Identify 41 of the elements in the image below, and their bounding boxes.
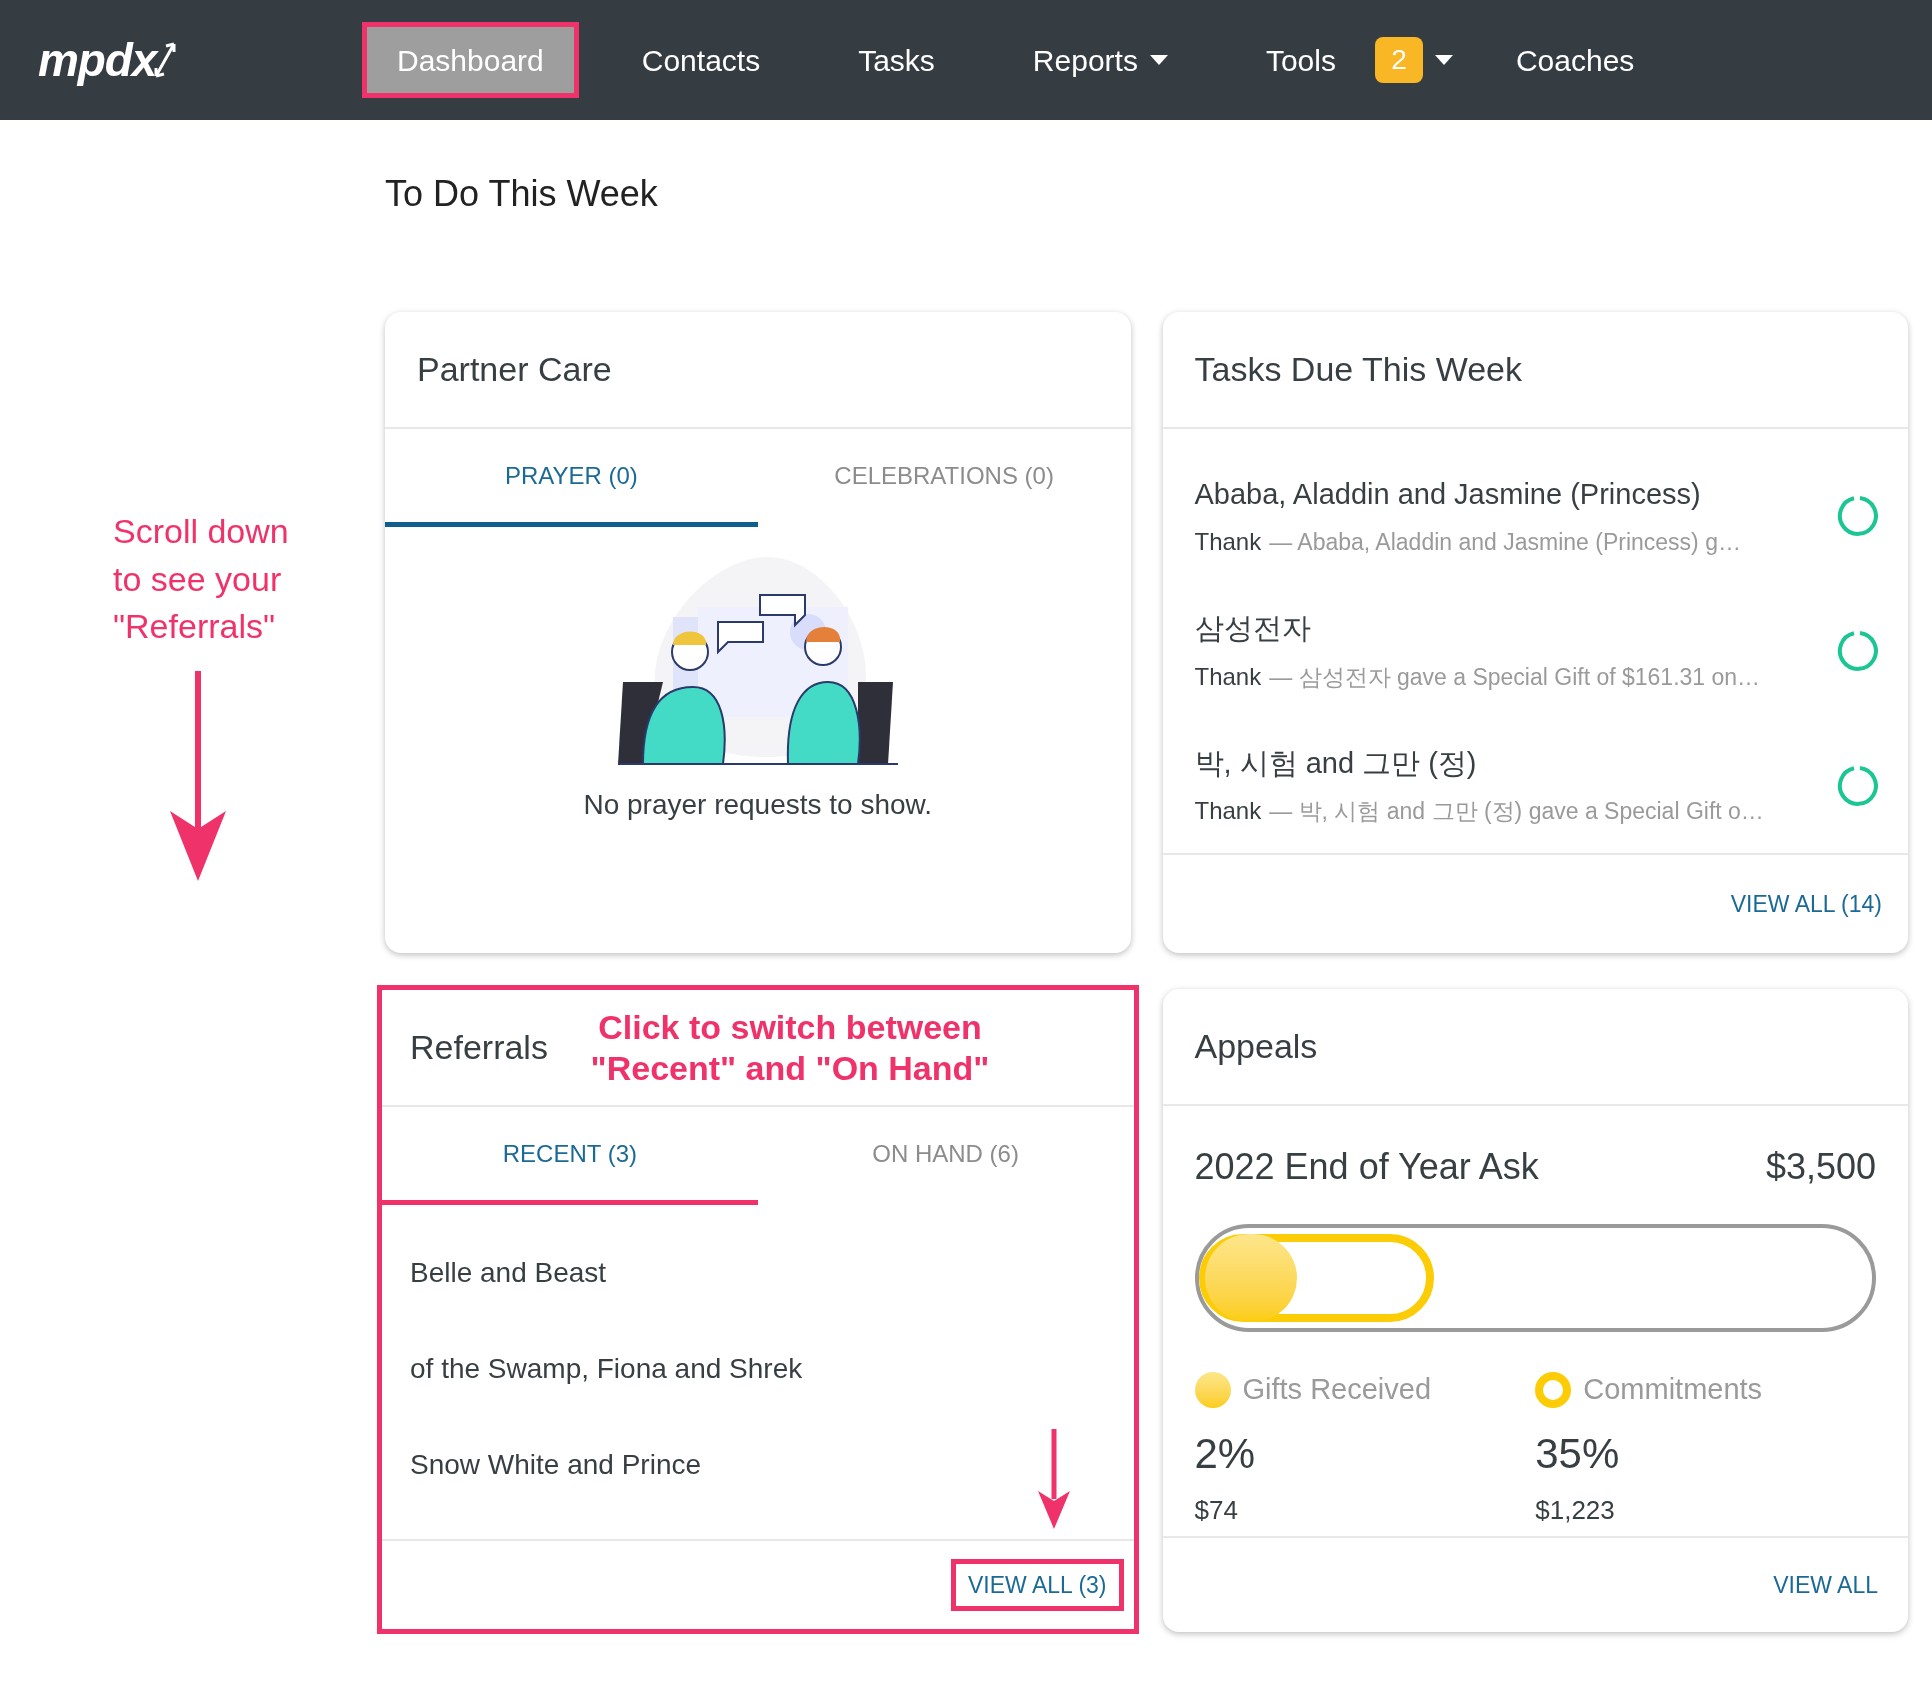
down-arrow-icon bbox=[168, 670, 228, 881]
card-title: Tasks Due This Week bbox=[1194, 349, 1523, 390]
task-contact-name[interactable]: Ababa, Aladdin and Jasmine (Princess) bbox=[1194, 472, 1836, 517]
view-all-link[interactable]: VIEW ALL bbox=[1773, 1567, 1878, 1603]
task-contact-name[interactable]: 박, 시험 and 그만 (정) bbox=[1194, 741, 1836, 786]
card-tab[interactable]: PRAYER (0) bbox=[385, 429, 758, 527]
card-tab[interactable]: RECENT (3) bbox=[382, 1107, 758, 1205]
card-title: Partner Care bbox=[417, 349, 612, 390]
nav-tab[interactable]: Contacts bbox=[606, 22, 796, 98]
annotation-text: Scroll down to see your "Referrals" bbox=[113, 511, 290, 648]
nav-tab[interactable]: Coaches bbox=[1480, 22, 1670, 98]
amount-value: $1,223 bbox=[1535, 1493, 1616, 1527]
annotation-text: Click to switch between "Recent" and "On Hand" bbox=[590, 1006, 990, 1089]
appeal-goal: $3,500 bbox=[1765, 1145, 1876, 1189]
referral-name[interactable]: Snow White and Prince bbox=[410, 1444, 702, 1486]
task-description: — 박, 시험 and 그만 (정) gave a Special Gift o… bbox=[1269, 797, 1764, 827]
task-action: Thank bbox=[1194, 527, 1262, 558]
task-action: Thank bbox=[1194, 661, 1262, 692]
card-title: Referrals bbox=[410, 1027, 549, 1068]
view-all-link[interactable]: VIEW ALL (14) bbox=[1730, 886, 1882, 922]
task-contact-name[interactable]: 삼성전자 bbox=[1194, 607, 1836, 651]
nav-tab[interactable]: Tasks bbox=[823, 22, 970, 98]
empty-state-text: No prayer requests to show. bbox=[583, 788, 933, 822]
page-title: To Do This Week bbox=[385, 172, 659, 216]
task-description: — Ababa, Aladdin and Jasmine (Princess) g… bbox=[1269, 528, 1741, 558]
count-badge: 2 bbox=[1374, 37, 1423, 83]
legend-label: Gifts Received bbox=[1242, 1372, 1432, 1407]
nav-tab[interactable]: Tools bbox=[1230, 22, 1371, 98]
percent-value: 2% bbox=[1194, 1428, 1257, 1479]
legend-label: Commitments bbox=[1583, 1372, 1763, 1407]
logo[interactable]: mpdx bbox=[38, 25, 157, 95]
referral-name[interactable]: of the Swamp, Fiona and Shrek bbox=[410, 1348, 803, 1390]
appeal-name[interactable]: 2022 End of Year Ask bbox=[1194, 1140, 1539, 1194]
referral-name[interactable]: Belle and Beast bbox=[410, 1252, 607, 1294]
nav-tab[interactable]: Reports bbox=[997, 22, 1203, 98]
view-all-link[interactable]: VIEW ALL (3) bbox=[951, 1558, 1124, 1612]
task-action: Thank bbox=[1194, 796, 1262, 827]
card-title: Appeals bbox=[1194, 1026, 1318, 1067]
amount-value: $74 bbox=[1194, 1493, 1239, 1527]
percent-value: 35% bbox=[1535, 1428, 1621, 1479]
task-description: — 삼성전자 gave a Special Gift of $161.31 on… bbox=[1269, 662, 1761, 692]
